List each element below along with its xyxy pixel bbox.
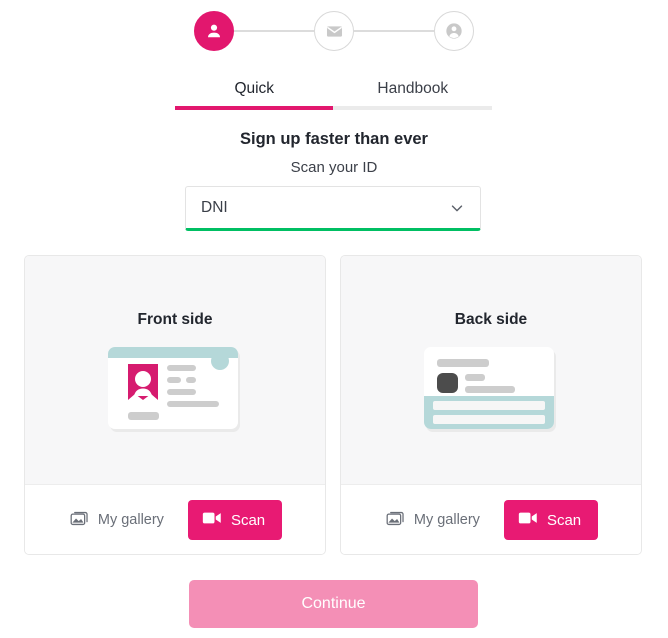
back-my-gallery-label: My gallery [413, 512, 480, 528]
progress-stepper [0, 8, 668, 54]
envelope-icon [325, 22, 344, 41]
back-side-card: Back side My gallery Scan [340, 255, 642, 555]
back-side-card-footer: My gallery Scan [341, 484, 641, 554]
stepper-step-3[interactable] [434, 11, 474, 51]
document-type-value: DNI [201, 198, 228, 216]
person-icon [204, 21, 224, 41]
id-card-back-illustration [423, 346, 559, 439]
front-my-gallery-button[interactable]: My gallery [68, 505, 166, 536]
back-my-gallery-button[interactable]: My gallery [384, 505, 482, 536]
back-side-card-body: Back side [341, 256, 641, 484]
back-side-illustration-holder [341, 346, 641, 439]
continue-button[interactable]: Continue [189, 580, 478, 628]
front-side-illustration-holder [25, 346, 325, 439]
page-title: Sign up faster than ever [240, 130, 428, 148]
video-camera-icon [518, 510, 538, 530]
stepper-connector-2 [354, 30, 434, 32]
chevron-down-icon [448, 199, 466, 217]
front-side-card-body: Front side [25, 256, 325, 484]
account-circle-icon [444, 21, 464, 41]
video-camera-icon [202, 510, 222, 530]
front-side-title: Front side [137, 311, 213, 328]
front-side-card-footer: My gallery Scan [25, 484, 325, 554]
document-type-select[interactable]: DNI [185, 186, 481, 231]
stepper-step-1[interactable] [194, 11, 234, 51]
stepper-connector-1 [234, 30, 314, 32]
tab-underline-active [175, 106, 333, 110]
image-icon [70, 509, 89, 532]
front-scan-label: Scan [230, 511, 266, 529]
signup-scan-id-page: Quick Handbook Sign up faster than ever … [0, 0, 668, 638]
image-icon [386, 509, 405, 532]
back-scan-button[interactable]: Scan [503, 500, 599, 540]
back-scan-label: Scan [546, 511, 582, 529]
front-scan-button[interactable]: Scan [187, 500, 283, 540]
stepper-step-2[interactable] [314, 11, 354, 51]
id-card-front-illustration [107, 346, 243, 439]
back-side-title: Back side [454, 311, 528, 328]
front-side-card: Front side My gallery Scan [24, 255, 326, 555]
page-subtitle: Scan your ID [290, 159, 378, 176]
front-my-gallery-label: My gallery [97, 512, 164, 528]
